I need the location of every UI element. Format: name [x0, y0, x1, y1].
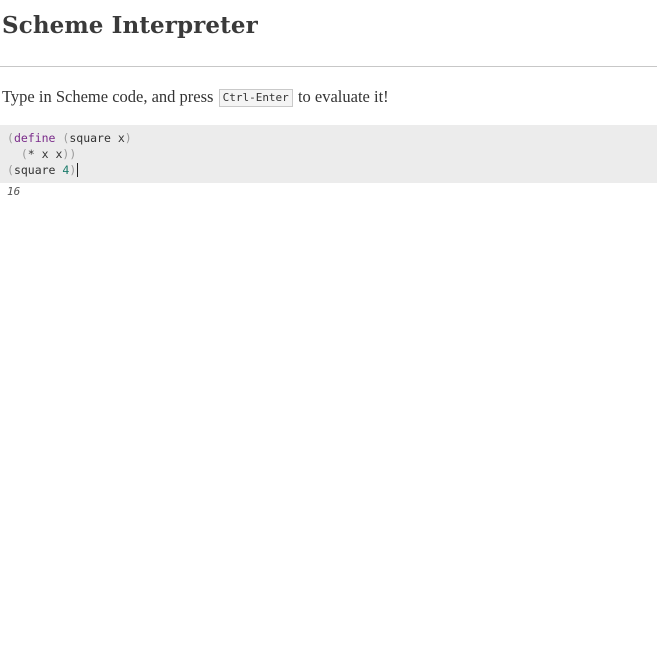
text-cursor — [77, 163, 79, 177]
code-editor[interactable]: (define (square x) (* x x)) (square 4) — [0, 125, 657, 183]
code-line-2[interactable]: (* x x)) — [7, 146, 76, 162]
paren-token: ( — [7, 131, 14, 145]
symbol-token — [7, 147, 21, 161]
paren-token: ) — [124, 131, 132, 145]
paren-token: ) — [69, 163, 77, 177]
paren-token: )) — [62, 147, 77, 161]
symbol-token: square — [13, 163, 63, 177]
instructions-after: to evaluate it! — [293, 87, 389, 106]
keyword-token: define — [13, 131, 56, 145]
symbol-token: square x — [69, 131, 125, 145]
instructions-text: Type in Scheme code, and press Ctrl-Ente… — [2, 87, 389, 107]
evaluation-result: 16 — [7, 185, 21, 198]
code-line-1[interactable]: (define (square x) — [7, 130, 132, 146]
symbol-token: * x x — [27, 147, 63, 161]
paren-token: ( — [20, 147, 28, 161]
instructions-before: Type in Scheme code, and press — [2, 87, 218, 106]
shortcut-key: Ctrl-Enter — [218, 89, 293, 107]
title-divider — [0, 66, 657, 67]
paren-token: ( — [7, 163, 14, 177]
code-line-3[interactable]: (square 4) — [7, 162, 79, 178]
page-title: Scheme Interpreter — [2, 12, 258, 39]
